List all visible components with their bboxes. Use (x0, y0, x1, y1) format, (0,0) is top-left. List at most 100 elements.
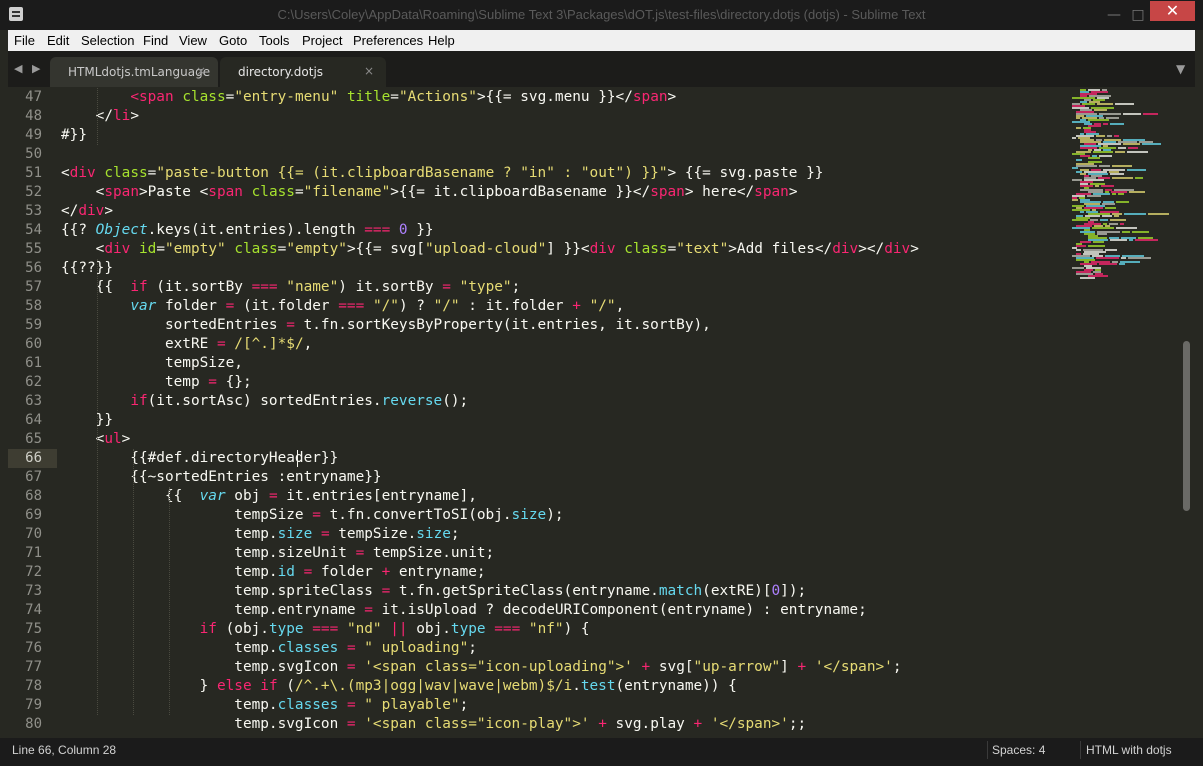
line-number[interactable]: 59 (8, 317, 42, 333)
code-line[interactable]: temp.sizeUnit = tempSize.unit; (61, 544, 494, 563)
line-number[interactable]: 62 (8, 374, 42, 390)
code-line[interactable]: } else if (/^.+\.(mp3|ogg|wav|wave|webm)… (61, 677, 737, 696)
line-number[interactable]: 58 (8, 298, 42, 314)
tab-close-icon[interactable]: × (196, 64, 206, 78)
minimap-stroke (1076, 245, 1086, 247)
line-number[interactable]: 72 (8, 564, 42, 580)
line-number[interactable]: 57 (8, 279, 42, 295)
code-line[interactable]: temp.svgIcon = '<span class="icon-upload… (61, 658, 901, 677)
title-bar[interactable]: C:\Users\Coley\AppData\Roaming\Sublime T… (0, 0, 1203, 30)
code-line[interactable]: temp.spriteClass = t.fn.getSpriteClass(e… (61, 582, 806, 601)
line-number[interactable]: 73 (8, 583, 42, 599)
code-line[interactable]: }} (61, 411, 113, 430)
line-number[interactable]: 65 (8, 431, 42, 447)
line-number[interactable]: 76 (8, 640, 42, 656)
line-number[interactable]: 54 (8, 222, 42, 238)
minimap[interactable] (1066, 87, 1176, 287)
menu-find[interactable]: Find (143, 33, 168, 48)
line-number[interactable]: 79 (8, 697, 42, 713)
code-line[interactable]: {{~sortedEntries :entryname}} (61, 468, 381, 487)
tab-directory-dotjs[interactable]: directory.dotjs × (220, 57, 386, 87)
line-number[interactable]: 69 (8, 507, 42, 523)
line-number[interactable]: 78 (8, 678, 42, 694)
line-number[interactable]: 77 (8, 659, 42, 675)
code-line[interactable]: temp = {}; (61, 373, 252, 392)
menu-edit[interactable]: Edit (47, 33, 69, 48)
menu-project[interactable]: Project (302, 33, 342, 48)
line-number[interactable]: 52 (8, 184, 42, 200)
line-number[interactable]: 71 (8, 545, 42, 561)
menu-tools[interactable]: Tools (259, 33, 289, 48)
line-number[interactable]: 80 (8, 716, 42, 732)
code-line[interactable]: {{ if (it.sortBy === "name") it.sortBy =… (61, 278, 521, 297)
line-number[interactable]: 60 (8, 336, 42, 352)
code-line[interactable]: tempSize, (61, 354, 243, 373)
line-number[interactable]: 48 (8, 108, 42, 124)
syntax-selector[interactable]: HTML with dotjs (1086, 743, 1172, 757)
indentation-setting[interactable]: Spaces: 4 (992, 743, 1072, 757)
code-line[interactable]: <div class="paste-button {{= (it.clipboa… (61, 164, 823, 183)
menu-goto[interactable]: Goto (219, 33, 247, 48)
line-number[interactable]: 66 (8, 450, 42, 466)
code-line[interactable]: </div> (61, 202, 113, 221)
line-number[interactable]: 67 (8, 469, 42, 485)
code-area[interactable]: <span class="entry-menu" title="Actions"… (61, 87, 1061, 738)
line-number[interactable]: 68 (8, 488, 42, 504)
line-number[interactable]: 74 (8, 602, 42, 618)
menu-selection[interactable]: Selection (81, 33, 134, 48)
line-number[interactable]: 53 (8, 203, 42, 219)
tab-close-icon[interactable]: × (364, 64, 374, 78)
code-editor[interactable]: 47 48 49 50 51 52 53 54 55 56 57 58 59 60 61 62 63 64 65 66… (8, 87, 1195, 738)
code-token: var (199, 488, 226, 504)
line-number[interactable]: 75 (8, 621, 42, 637)
code-line[interactable]: temp.svgIcon = '<span class="icon-play">… (61, 715, 806, 734)
code-line[interactable]: <span class="entry-menu" title="Actions"… (61, 88, 676, 107)
code-line[interactable]: temp.entryname = it.isUpload ? decodeURI… (61, 601, 867, 620)
line-number-gutter[interactable]: 47 48 49 50 51 52 53 54 55 56 57 58 59 60 61 62 63 64 65 66… (8, 87, 57, 738)
line-number[interactable]: 64 (8, 412, 42, 428)
code-line[interactable]: </li> (61, 107, 139, 126)
menu-view[interactable]: View (179, 33, 207, 48)
code-line[interactable]: <span>Paste <span class="filename">{{= i… (61, 183, 798, 202)
close-button[interactable]: ✕ (1150, 1, 1195, 21)
line-number[interactable]: 70 (8, 526, 42, 542)
minimize-button[interactable]: — (1100, 6, 1128, 24)
line-number[interactable]: 50 (8, 146, 42, 162)
code-line[interactable]: tempSize = t.fn.convertToSI(obj.size); (61, 506, 563, 525)
tab-htmldotjs-tmlanguage[interactable]: HTMLdotjs.tmLanguage × (50, 57, 218, 87)
code-line[interactable]: temp.id = folder + entryname; (61, 563, 485, 582)
code-line[interactable]: sortedEntries = t.fn.sortKeysByProperty(… (61, 316, 711, 335)
code-line[interactable]: {{ var obj = it.entries[entryname], (61, 487, 477, 506)
vertical-scrollbar[interactable] (1180, 87, 1192, 738)
code-line[interactable]: temp.classes = " uploading"; (61, 639, 477, 658)
scrollbar-thumb[interactable] (1183, 341, 1190, 511)
tab-nav-right-icon[interactable]: ▶ (32, 62, 40, 75)
line-number[interactable]: 63 (8, 393, 42, 409)
menu-file[interactable]: File (14, 33, 35, 48)
code-line[interactable]: {{??}} (61, 259, 113, 278)
code-line[interactable]: if(it.sortAsc) sortedEntries.reverse(); (61, 392, 468, 411)
code-line[interactable]: <div id="empty" class="empty">{{= svg["u… (61, 240, 919, 259)
line-number[interactable]: 49 (8, 127, 42, 143)
code-line[interactable]: temp.classes = " playable"; (61, 696, 468, 715)
code-token: === (364, 222, 391, 238)
code-line[interactable]: <ul> (61, 430, 131, 449)
code-line[interactable]: if (obj.type === "nd" || obj.type === "n… (61, 620, 590, 639)
line-number[interactable]: 51 (8, 165, 42, 181)
line-number[interactable]: 56 (8, 260, 42, 276)
tab-list-dropdown-icon[interactable]: ▼ (1176, 62, 1185, 76)
code-line[interactable]: #}} (61, 126, 87, 145)
tab-nav-left-icon[interactable]: ◀ (14, 62, 22, 75)
line-number[interactable]: 61 (8, 355, 42, 371)
menu-help[interactable]: Help (428, 33, 455, 48)
line-number[interactable]: 47 (8, 89, 42, 105)
line-number[interactable]: 55 (8, 241, 42, 257)
code-line[interactable]: temp.size = tempSize.size; (61, 525, 459, 544)
code-line[interactable]: extRE = /[^.]*$/, (61, 335, 312, 354)
maximize-button[interactable]: □ (1128, 6, 1148, 24)
code-line[interactable]: {{? Object.keys(it.entries).length === 0… (61, 221, 434, 240)
menu-preferences[interactable]: Preferences (353, 33, 423, 48)
code-line[interactable]: var folder = (it.folder === "/") ? "/" :… (61, 297, 624, 316)
code-token: span (632, 89, 668, 105)
